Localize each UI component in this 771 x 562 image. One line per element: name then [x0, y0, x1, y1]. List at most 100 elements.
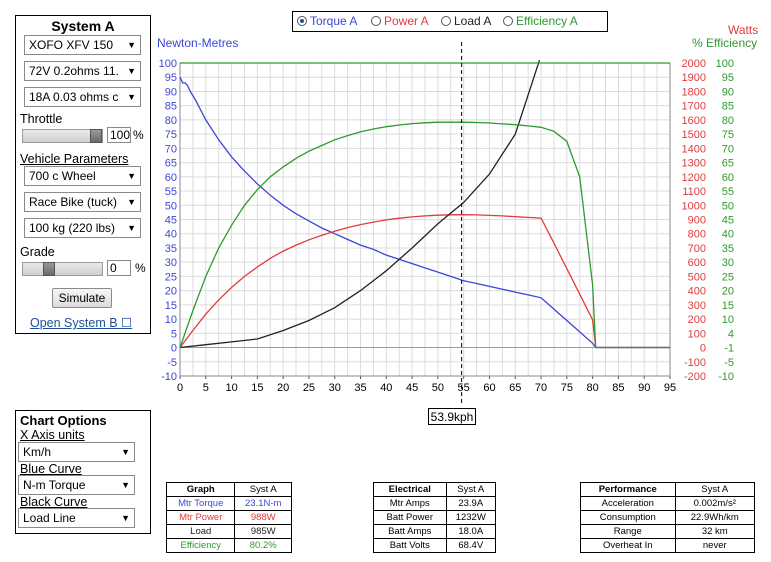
efficiency-tick-label: 55 [722, 186, 734, 198]
table-header-row: Electrical Syst A [373, 482, 497, 497]
left-y-tick-label: -10 [161, 371, 177, 383]
power-tick-label: 100 [688, 328, 706, 340]
table-cell-label: Mtr Torque [165, 496, 236, 511]
table-cell-value: 0.002m/s² [674, 496, 756, 511]
table-header-cell: Syst A [234, 482, 292, 497]
power-tick-label: 700 [688, 243, 706, 255]
efficiency-tick-label: 60 [722, 172, 734, 184]
table-cell-label: Batt Amps [373, 524, 447, 539]
x-tick-label: 85 [612, 382, 624, 394]
right-axis-power-title: Watts [728, 23, 759, 37]
efficiency-tick-label: -10 [718, 371, 734, 383]
efficiency-tick-label: 50 [722, 200, 734, 212]
legend-efficiency-label: Efficiency A [516, 14, 578, 28]
table-cell-value: never [674, 538, 756, 553]
x-tick-label: 55 [458, 382, 470, 394]
left-y-tick-label: 50 [165, 200, 177, 212]
x-tick-label: 60 [483, 382, 495, 394]
chart-legend: Torque A Power A Load A Efficiency A [292, 11, 608, 32]
x-tick-label: 50 [432, 382, 444, 394]
power-tick-label: -200 [684, 371, 706, 383]
left-y-tick-label: 65 [165, 158, 177, 170]
power-tick-label: 1200 [682, 172, 706, 184]
legend-item-power[interactable]: Power A [371, 14, 429, 28]
speed-readout: 53.9kph [428, 408, 476, 425]
table-cell-label: Efficiency [165, 538, 236, 553]
table-row: Batt Power 1232W [373, 510, 497, 525]
radio-icon [371, 16, 381, 26]
left-y-tick-label: 5 [171, 328, 177, 340]
left-y-tick-label: 35 [165, 243, 177, 255]
table-cell-value: 32 km [674, 524, 756, 539]
table-row: Mtr Power 988W [165, 510, 292, 525]
table-cell-value: 22.9Wh/km [674, 510, 756, 525]
table-cell-label: Range [580, 524, 676, 539]
efficiency-tick-label: 80 [722, 115, 734, 127]
efficiency-tick-label: -5 [724, 357, 734, 369]
table-header-cell: Syst A [674, 482, 756, 497]
black-curve-value: Load Line [23, 511, 76, 525]
left-y-tick-label: 95 [165, 72, 177, 84]
performance-chart[interactable]: 0 5 10 15 20 25 30 35 40 45 50 55 60 65 70 75 80 85 90 9510… [0, 0, 771, 440]
table-cell-value: 80.2% [234, 538, 292, 553]
x-tick-label: 65 [509, 382, 521, 394]
left-y-tick-label: 90 [165, 86, 177, 98]
table-cell-label: Acceleration [580, 496, 676, 511]
black-curve-select[interactable]: Load Line ▼ [18, 508, 135, 528]
blue-curve-select[interactable]: N-m Torque ▼ [18, 475, 135, 495]
table-cell-label: Batt Power [373, 510, 447, 525]
table-row: Batt Volts 68.4V [373, 538, 497, 553]
legend-item-efficiency[interactable]: Efficiency A [503, 14, 578, 28]
electrical-table: Electrical Syst A Mtr Amps 23.9A Batt Po… [373, 482, 497, 553]
x-tick-label: 35 [354, 382, 366, 394]
efficiency-tick-label: 45 [722, 215, 734, 227]
power-tick-label: 1300 [682, 158, 706, 170]
left-y-tick-label: 55 [165, 186, 177, 198]
x-axis-units-select[interactable]: Km/h ▼ [18, 442, 135, 462]
power-tick-label: 1700 [682, 101, 706, 113]
x-tick-label: 40 [380, 382, 392, 394]
efficiency-tick-label: -1 [724, 343, 734, 355]
table-cell-value: 988W [234, 510, 292, 525]
power-tick-label: 2000 [682, 58, 706, 70]
x-tick-label: 75 [561, 382, 573, 394]
right-axis-efficiency-title: % Efficiency [692, 36, 758, 50]
legend-item-load[interactable]: Load A [441, 14, 491, 28]
legend-load-label: Load A [454, 14, 492, 28]
efficiency-tick-label: 70 [722, 143, 734, 155]
x-tick-label: 95 [664, 382, 676, 394]
efficiency-tick-label: 65 [722, 158, 734, 170]
black-curve-label: Black Curve [20, 495, 88, 509]
left-y-tick-label: 40 [165, 229, 177, 241]
efficiency-tick-label: 75 [722, 129, 734, 141]
table-row: Overheat In never [580, 538, 756, 553]
performance-table: Performance Syst A Acceleration 0.002m/s… [580, 482, 756, 553]
x-tick-label: 20 [277, 382, 289, 394]
table-cell-value: 985W [234, 524, 292, 539]
table-row: Mtr Amps 23.9A [373, 496, 497, 511]
left-y-tick-label: 30 [165, 257, 177, 269]
x-tick-label: 5 [203, 382, 209, 394]
radio-icon [441, 16, 451, 26]
table-cell-label: Mtr Power [165, 510, 236, 525]
radio-selected-icon [297, 16, 307, 26]
table-row: Batt Amps 18.0A [373, 524, 497, 539]
x-tick-label: 0 [177, 382, 183, 394]
left-y-tick-label: 45 [165, 215, 177, 227]
left-y-tick-label: 20 [165, 286, 177, 298]
power-tick-label: 400 [688, 286, 706, 298]
left-y-tick-label: 60 [165, 172, 177, 184]
table-row: Efficiency 80.2% [165, 538, 292, 553]
table-header-cell: Graph [165, 482, 236, 497]
efficiency-tick-label: 95 [722, 72, 734, 84]
table-cell-label: Load [165, 524, 236, 539]
table-cell-value: 23.1N-m [234, 496, 292, 511]
x-tick-label: 25 [303, 382, 315, 394]
efficiency-tick-label: 15 [722, 300, 734, 312]
x-tick-label: 30 [329, 382, 341, 394]
power-tick-label: 800 [688, 229, 706, 241]
legend-item-torque[interactable]: Torque A [297, 14, 357, 28]
chevron-down-icon: ▼ [121, 447, 130, 457]
left-y-tick-label: 80 [165, 115, 177, 127]
left-y-tick-label: 85 [165, 101, 177, 113]
